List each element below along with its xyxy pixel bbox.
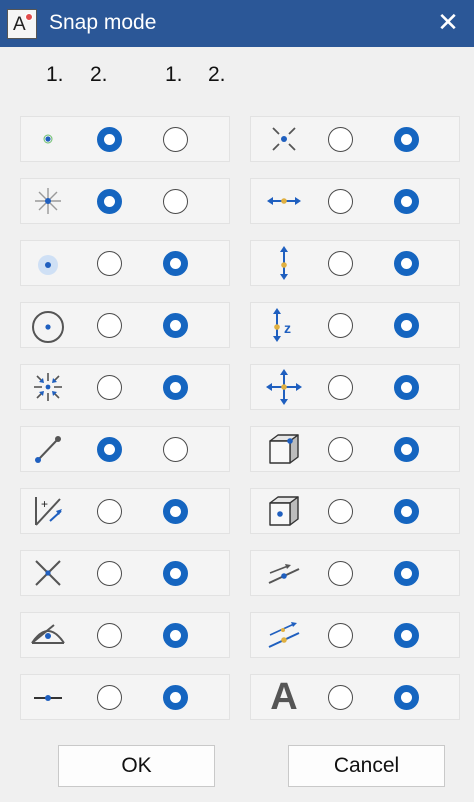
ok-button[interactable]: OK xyxy=(58,745,215,787)
left-row-2-first-snap-radio[interactable] xyxy=(97,189,122,214)
left-row-10-second-snap-radio[interactable] xyxy=(163,685,188,710)
left-first-column-header: 1. xyxy=(46,63,64,86)
right-first-column-header: 1. xyxy=(165,63,183,86)
z-axis-icon: z xyxy=(257,302,311,348)
svg-text:+: + xyxy=(41,497,48,511)
left-row-6-second-snap-radio[interactable] xyxy=(163,437,188,462)
left-row-5-first-snap-radio[interactable] xyxy=(97,375,122,400)
right-row-2-second-snap-radio[interactable] xyxy=(394,189,419,214)
app-icon: A xyxy=(7,9,37,39)
left-row-8-second-snap-radio[interactable] xyxy=(163,561,188,586)
right-row-1-first-snap-radio[interactable] xyxy=(328,127,353,152)
left-row-9-first-snap-radio[interactable] xyxy=(97,623,122,648)
line-midpoint-icon xyxy=(21,674,75,720)
app-icon-letter: A xyxy=(13,14,26,35)
right-row-9-second-snap-radio[interactable] xyxy=(394,623,419,648)
left-row-1-second-snap-radio[interactable] xyxy=(163,127,188,152)
left-row-7-first-snap-radio[interactable] xyxy=(97,499,122,524)
right-row-8-second-snap-radio[interactable] xyxy=(394,561,419,586)
left-row-6-first-snap-radio[interactable] xyxy=(97,437,122,462)
app-icon-badge xyxy=(25,13,33,21)
close-button[interactable]: ✕ xyxy=(432,6,464,38)
svg-text:z: z xyxy=(284,320,291,336)
circle-center-icon xyxy=(21,302,75,348)
right-row-5-first-snap-radio[interactable] xyxy=(328,375,353,400)
left-row-8-first-snap-radio[interactable] xyxy=(97,561,122,586)
left-row-4-first-snap-radio[interactable] xyxy=(97,313,122,338)
left-row-2-second-snap-radio[interactable] xyxy=(163,189,188,214)
title-bar: A Snap mode ✕ xyxy=(0,0,474,47)
right-row-6-first-snap-radio[interactable] xyxy=(328,437,353,462)
cross-icon xyxy=(21,550,75,596)
right-row-4-first-snap-radio[interactable] xyxy=(328,313,353,338)
eye-angle-icon xyxy=(21,612,75,658)
right-second-column-header: 2. xyxy=(208,63,226,86)
angle-plus-icon: + xyxy=(21,488,75,534)
right-row-1-second-snap-radio[interactable] xyxy=(394,127,419,152)
cube-vertex-icon xyxy=(257,426,311,472)
right-row-9-first-snap-radio[interactable] xyxy=(328,623,353,648)
left-row-7-second-snap-radio[interactable] xyxy=(163,499,188,524)
left-row-10-first-snap-radio[interactable] xyxy=(97,685,122,710)
text-icon-glyph: A xyxy=(270,676,298,718)
right-row-10-first-snap-radio[interactable] xyxy=(328,685,353,710)
line-on-line-icon xyxy=(257,550,311,596)
right-row-6-second-snap-radio[interactable] xyxy=(394,437,419,462)
right-row-4-second-snap-radio[interactable] xyxy=(394,313,419,338)
left-row-9-second-snap-radio[interactable] xyxy=(163,623,188,648)
right-row-5-second-snap-radio[interactable] xyxy=(394,375,419,400)
right-row-7-second-snap-radio[interactable] xyxy=(394,499,419,524)
vertical-midpoint-icon xyxy=(257,240,311,286)
cancel-button[interactable]: Cancel xyxy=(288,745,445,787)
left-row-3-second-snap-radio[interactable] xyxy=(163,251,188,276)
text-icon: A xyxy=(257,674,311,720)
right-row-2-first-snap-radio[interactable] xyxy=(328,189,353,214)
right-row-3-second-snap-radio[interactable] xyxy=(394,251,419,276)
left-second-column-header: 2. xyxy=(90,63,108,86)
parallel-lines-icon xyxy=(257,612,311,658)
left-row-5-second-snap-radio[interactable] xyxy=(163,375,188,400)
center-point-icon xyxy=(21,178,75,224)
cube-face-center-icon xyxy=(257,488,311,534)
collapse-arrows-icon xyxy=(21,364,75,410)
right-row-7-first-snap-radio[interactable] xyxy=(328,499,353,524)
window-title: Snap mode xyxy=(49,11,157,34)
horizontal-midpoint-icon xyxy=(257,178,311,224)
line-endpoints-icon xyxy=(21,426,75,472)
left-row-3-first-snap-radio[interactable] xyxy=(97,251,122,276)
left-row-1-first-snap-radio[interactable] xyxy=(97,127,122,152)
right-row-3-first-snap-radio[interactable] xyxy=(328,251,353,276)
point-icon xyxy=(21,116,75,162)
right-row-8-first-snap-radio[interactable] xyxy=(328,561,353,586)
left-row-4-second-snap-radio[interactable] xyxy=(163,313,188,338)
four-way-arrows-icon xyxy=(257,364,311,410)
right-row-10-second-snap-radio[interactable] xyxy=(394,685,419,710)
intersection-icon xyxy=(257,116,311,162)
highlighted-point-icon xyxy=(21,240,75,286)
